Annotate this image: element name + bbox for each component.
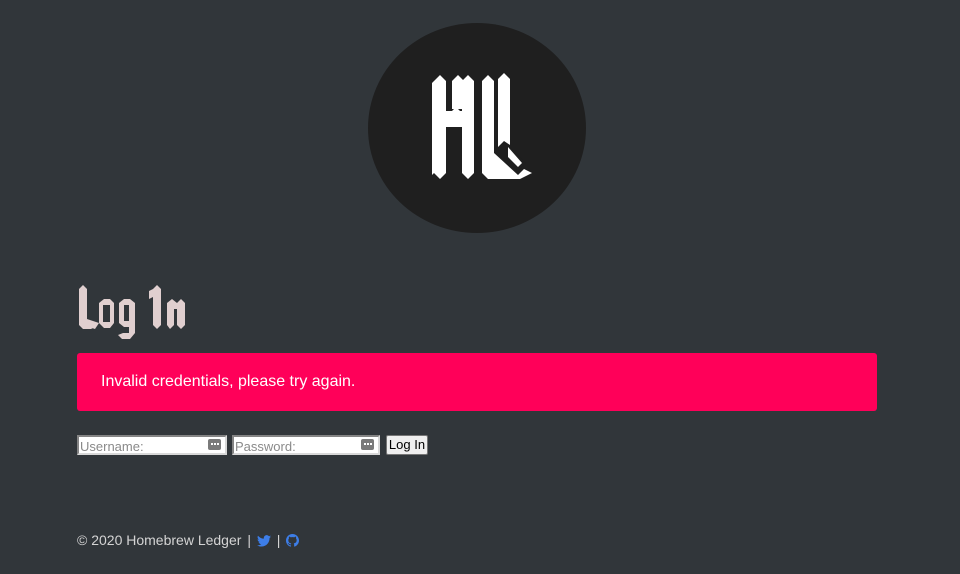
error-message: Invalid credentials, please try again. [101,373,356,390]
password-field-wrapper [232,435,380,455]
page-title [77,283,197,343]
autofill-key-icon[interactable] [208,439,221,450]
site-logo[interactable] [368,23,586,233]
twitter-icon [256,535,271,547]
username-input[interactable] [80,438,200,454]
footer-separator: | [247,532,251,548]
autofill-key-icon[interactable] [361,439,374,450]
login-button[interactable]: Log In [386,435,428,455]
log-in-title-graphic [79,285,185,339]
hl-monogram-icon [432,73,532,179]
error-alert: Invalid credentials, please try again. [77,353,877,411]
github-icon [286,534,300,547]
login-page: Invalid credentials, please try again. L… [0,0,960,574]
copyright-text: © 2020 Homebrew Ledger [77,532,242,548]
github-link[interactable] [286,532,300,548]
password-input[interactable] [235,438,355,454]
footer-separator: | [276,532,281,548]
username-field-wrapper [77,435,227,455]
footer: © 2020 Homebrew Ledger | | [77,531,300,549]
twitter-link[interactable] [256,532,275,548]
